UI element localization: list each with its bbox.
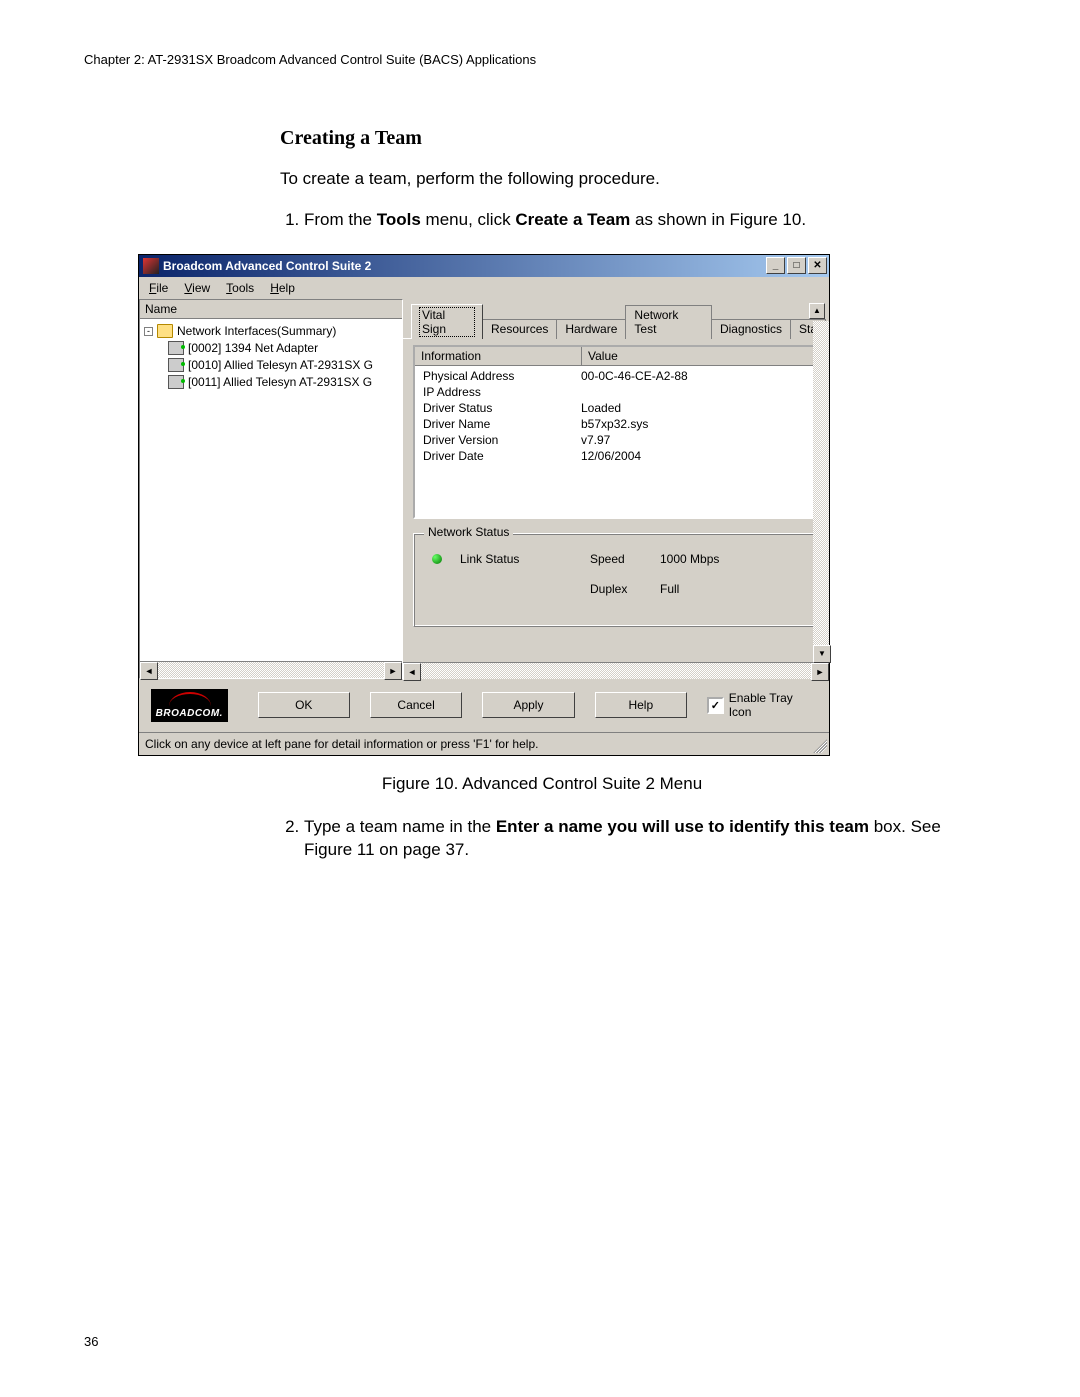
step-1: From the Tools menu, click Create a Team…: [304, 209, 960, 232]
tabs: Vital Sign Resources Hardware Network Te…: [403, 299, 829, 338]
section-title: Creating a Team: [280, 127, 960, 150]
broadcom-logo: BROADCOM.: [151, 689, 228, 722]
step2-bold: Enter a name you will use to identify th…: [496, 817, 869, 836]
list-item: Driver Versionv7.97: [415, 432, 817, 448]
chapter-header: Chapter 2: AT-2931SX Broadcom Advanced C…: [84, 52, 1000, 67]
menu-tools[interactable]: Tools: [218, 279, 262, 297]
info-list: Information Value Physical Address00-0C-…: [413, 345, 819, 519]
list-item: Driver Nameb57xp32.sys: [415, 416, 817, 432]
detail-vscroll[interactable]: ▼: [813, 321, 829, 663]
tree-item-label: [0010] Allied Telesyn AT-2931SX G: [188, 357, 373, 374]
detail-hscroll[interactable]: ◄ ►: [403, 662, 829, 679]
list-item: Physical Address00-0C-46-CE-A2-88: [415, 368, 817, 384]
nic-icon: [168, 341, 184, 355]
step1-create: Create a Team: [515, 210, 630, 229]
menu-file[interactable]: File: [141, 279, 176, 297]
list-item: Driver Date12/06/2004: [415, 448, 817, 464]
intro-text: To create a team, perform the following …: [280, 168, 960, 191]
enable-tray-label: Enable Tray Icon: [729, 691, 817, 719]
tree-header-name[interactable]: Name: [140, 300, 402, 319]
list-item: Driver StatusLoaded: [415, 400, 817, 416]
scroll-right-icon[interactable]: ►: [811, 663, 829, 681]
tree-root[interactable]: - Network Interfaces(Summary): [144, 323, 402, 340]
speed-label: Speed: [590, 552, 660, 566]
tree-item-label: [0002] 1394 Net Adapter: [188, 340, 318, 357]
window-title: Broadcom Advanced Control Suite 2: [163, 259, 371, 273]
speed-value: 1000 Mbps: [660, 552, 720, 566]
resize-grip-icon[interactable]: [813, 739, 827, 753]
tabs-scroll-up-icon[interactable]: ▲: [809, 303, 825, 319]
link-status-label: Link Status: [460, 552, 556, 566]
device-tree-pane: Name - Network Interfaces(Summary) [0002…: [139, 299, 403, 679]
scroll-left-icon[interactable]: ◄: [403, 663, 421, 681]
menubar: File View Tools Help: [139, 277, 829, 299]
step1-mid: menu, click: [421, 210, 515, 229]
tab-vital-sign[interactable]: Vital Sign: [411, 304, 483, 339]
tab-resources[interactable]: Resources: [482, 319, 557, 339]
tree-hscroll[interactable]: ◄ ►: [140, 661, 402, 678]
info-list-body: Physical Address00-0C-46-CE-A2-88 IP Add…: [415, 366, 817, 466]
help-button[interactable]: Help: [595, 692, 687, 718]
menu-view[interactable]: View: [176, 279, 218, 297]
scroll-left-icon[interactable]: ◄: [140, 662, 158, 680]
tree-item[interactable]: [0002] 1394 Net Adapter: [144, 340, 402, 357]
app-icon: [143, 258, 159, 274]
link-led-icon: [432, 554, 442, 564]
tree-root-label: Network Interfaces(Summary): [177, 323, 336, 340]
col-information[interactable]: Information: [415, 347, 582, 365]
titlebar: Broadcom Advanced Control Suite 2 _ □ ✕: [139, 255, 829, 277]
step1-tools: Tools: [377, 210, 421, 229]
col-value[interactable]: Value: [582, 347, 817, 365]
statusbar-text: Click on any device at left pane for det…: [145, 737, 538, 751]
close-button[interactable]: ✕: [808, 257, 827, 274]
detail-pane: Vital Sign Resources Hardware Network Te…: [403, 299, 829, 679]
step-2: Type a team name in the Enter a name you…: [304, 816, 960, 862]
apply-button[interactable]: Apply: [482, 692, 574, 718]
maximize-button[interactable]: □: [787, 257, 806, 274]
tab-hardware[interactable]: Hardware: [556, 319, 626, 339]
menu-help[interactable]: Help: [262, 279, 303, 297]
step2-pre: Type a team name in the: [304, 817, 496, 836]
ok-button[interactable]: OK: [258, 692, 350, 718]
scroll-right-icon[interactable]: ►: [384, 662, 402, 680]
duplex-label: Duplex: [590, 582, 660, 596]
step1-post: as shown in Figure 10.: [630, 210, 806, 229]
button-row: BROADCOM. OK Cancel Apply Help ✓ Enable …: [139, 679, 829, 732]
figure-caption: Figure 10. Advanced Control Suite 2 Menu: [84, 774, 1000, 794]
nic-icon: [168, 358, 184, 372]
enable-tray-checkbox[interactable]: ✓: [707, 697, 724, 714]
duplex-value: Full: [660, 582, 720, 596]
folder-icon: [157, 324, 173, 338]
scroll-down-icon[interactable]: ▼: [813, 645, 831, 663]
statusbar: Click on any device at left pane for det…: [139, 732, 829, 755]
tab-diagnostics[interactable]: Diagnostics: [711, 319, 791, 339]
minimize-button[interactable]: _: [766, 257, 785, 274]
collapse-icon[interactable]: -: [144, 327, 153, 336]
nic-icon: [168, 375, 184, 389]
cancel-button[interactable]: Cancel: [370, 692, 462, 718]
tree-item-label: [0011] Allied Telesyn AT-2931SX G: [188, 374, 372, 391]
group-legend: Network Status: [424, 525, 513, 539]
app-window: Broadcom Advanced Control Suite 2 _ □ ✕ …: [138, 254, 830, 756]
page-number: 36: [84, 1334, 98, 1349]
list-item: IP Address: [415, 384, 817, 400]
device-tree[interactable]: - Network Interfaces(Summary) [0002] 139…: [140, 319, 402, 661]
tree-item[interactable]: [0011] Allied Telesyn AT-2931SX G: [144, 374, 402, 391]
tree-item[interactable]: [0010] Allied Telesyn AT-2931SX G: [144, 357, 402, 374]
step1-pre: From the: [304, 210, 377, 229]
network-status-group: Network Status Link Status Speed 1000 Mb…: [413, 533, 819, 627]
tab-network-test[interactable]: Network Test: [625, 305, 712, 339]
